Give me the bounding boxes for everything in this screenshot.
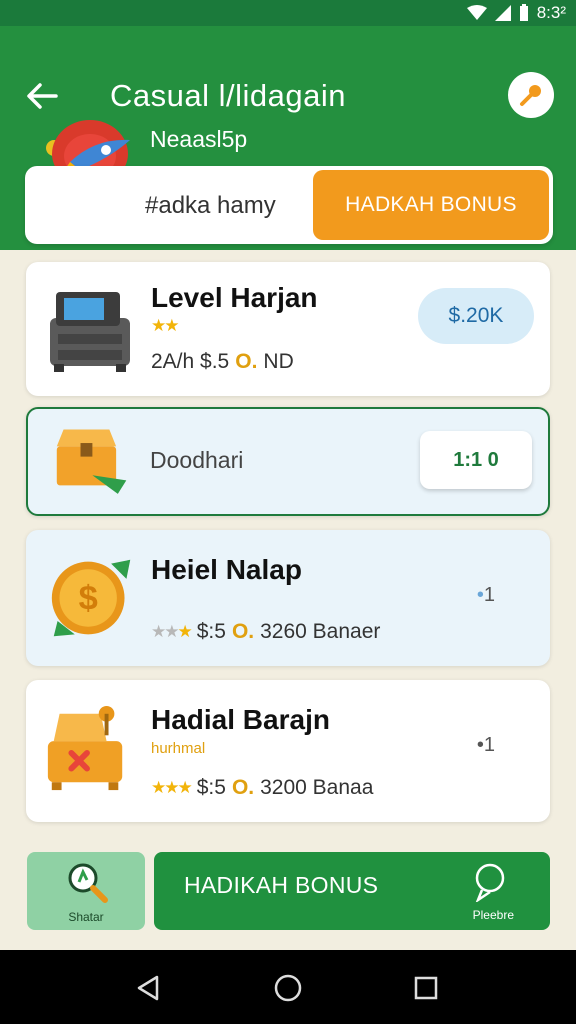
magnifier-icon (68, 863, 108, 903)
nav-back-button[interactable] (132, 972, 164, 1004)
card-meta: ★★★ $:5 O. 3200 Banaa (151, 776, 373, 800)
chat-bubble-icon (475, 863, 505, 902)
back-button[interactable] (22, 76, 62, 116)
card-title: Hadial Barajn (151, 704, 330, 735)
card-count-value: 1 (483, 584, 495, 606)
hadikah-bonus-button[interactable]: HADIKAH BONUS Pleebre (154, 852, 550, 930)
nav-home-button[interactable] (272, 972, 304, 1004)
meta-o: O. (231, 776, 255, 799)
starter-label: Shatar (68, 910, 104, 924)
game-card[interactable]: Hadial Barajn hurhmal ★★★ $:5 O. 3200 Ba… (26, 680, 550, 822)
status-time: 8:3² (536, 3, 566, 22)
circle-home-icon (274, 974, 302, 1002)
card-sub-label: hurhmal (151, 740, 206, 757)
meta-left: 2А/h $.5 (151, 350, 230, 373)
bonus-bar-label: #adka hamy (145, 192, 276, 219)
wifi-icon (466, 5, 487, 20)
bonus-bar: #adka hamy HADKAH BONUS (25, 166, 553, 244)
nav-recents-button[interactable] (410, 972, 442, 1004)
key-button[interactable] (508, 72, 554, 118)
arcade-machine-icon (50, 292, 130, 372)
key-icon (520, 85, 541, 106)
bonus-button[interactable]: HADKAH BONUS (313, 170, 549, 240)
status-icons: 8:3² (466, 3, 566, 23)
meta-right: 3200 Banaa (260, 776, 374, 799)
arrow-left-icon (27, 83, 58, 109)
starter-button[interactable]: Shatar (27, 852, 145, 930)
signal-icon (494, 5, 511, 21)
card-meta: ★★★ $:5 O. 3260 Banaer (151, 620, 380, 644)
rating-stars: ★★ (151, 316, 180, 335)
meta-right: ND (263, 350, 294, 373)
game-card[interactable]: $ Heiel Nalap ★★★ $:5 O. 3260 Banaer •1 (26, 530, 550, 666)
system-nav-bar (0, 950, 576, 1024)
triangle-back-icon (137, 975, 159, 1001)
meta-right: 3260 Banaer (260, 620, 381, 643)
arcade-box-icon (47, 705, 123, 791)
game-card[interactable]: Level Harjan ★★ 2А/h $.5 O. ND $.20K (26, 262, 550, 396)
card-title: Heiel Nalap (151, 554, 302, 585)
card-count: •1 (476, 584, 495, 606)
card-count-value: 1 (483, 734, 495, 756)
square-recents-icon (414, 976, 438, 1000)
meta-o: O. (235, 350, 258, 373)
game-card-selected[interactable]: Doodhari 1:1 0 (26, 407, 550, 516)
hadikah-bonus-sub: Pleebre (472, 908, 514, 922)
card-title: Level Harjan (151, 282, 318, 313)
hadikah-bonus-label: HADIKAH BONUS (184, 872, 379, 898)
status-bar: 8:3² (0, 0, 576, 26)
meta-left: $:5 (196, 776, 226, 799)
treasure-chest-icon (56, 429, 127, 494)
card-action-button[interactable]: 1:1 0 (420, 431, 532, 489)
card-label: Doodhari (150, 447, 244, 473)
app-title: Casual l/lidagain (110, 78, 346, 113)
header-subtitle: Neaasl5p (150, 126, 248, 152)
price-pill[interactable]: $.20K (418, 288, 534, 344)
battery-icon (519, 4, 528, 21)
app-header: Casual l/lidagain Neaasl5p #adka hamy HA… (0, 26, 576, 250)
coin-icon: $ (51, 559, 131, 637)
svg-text:$: $ (79, 579, 98, 617)
rating-stars: ★★★ (151, 622, 193, 641)
rating-stars: ★★★ (151, 778, 193, 797)
meta-left: $:5 (196, 620, 226, 643)
card-meta: 2А/h $.5 O. ND (151, 350, 294, 374)
card-count: •1 (476, 734, 495, 756)
meta-o: O. (231, 620, 255, 643)
